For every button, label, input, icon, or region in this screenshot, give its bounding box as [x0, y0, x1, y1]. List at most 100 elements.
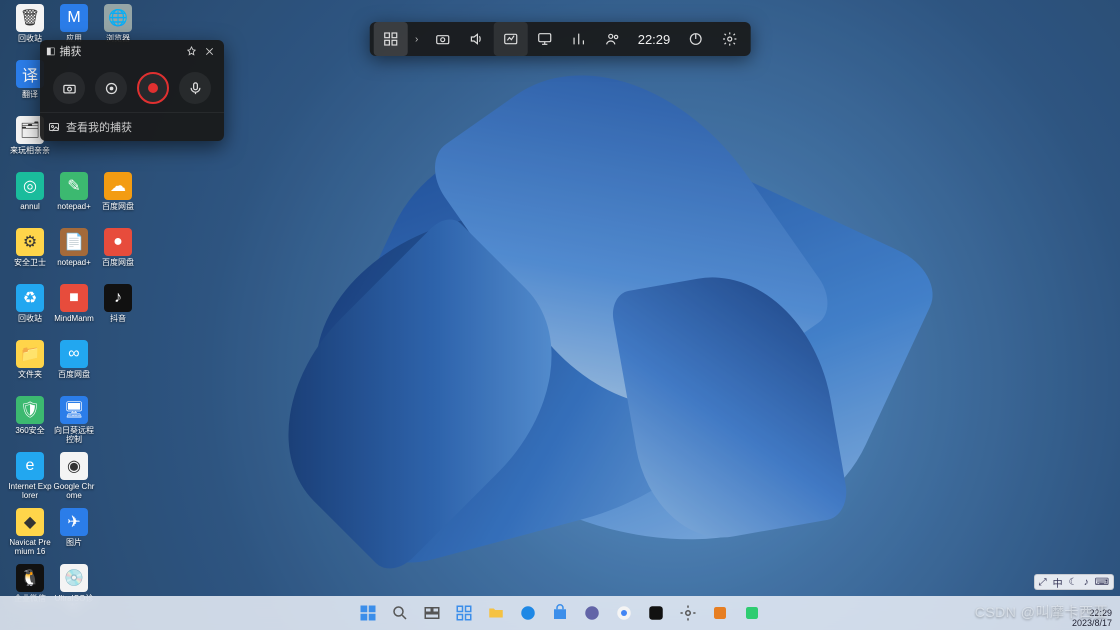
chevron-right-icon: ›: [408, 34, 426, 45]
app-icon: e: [16, 452, 44, 480]
desktop-icon-label: annul: [20, 202, 40, 211]
desktop-icon[interactable]: 📄notepad+: [52, 228, 96, 284]
desktop-icon[interactable]: ☁ 百度网盘: [96, 172, 140, 228]
app-icon: 🛡: [16, 396, 44, 424]
edge-button[interactable]: [516, 601, 540, 625]
power-icon: [687, 31, 703, 47]
desktop-icon[interactable]: ∞百度网盘: [52, 340, 96, 396]
widgets-button[interactable]: [452, 601, 476, 625]
desktop-icon[interactable]: ⚙安全卫士: [8, 228, 52, 284]
desktop-icon: [96, 508, 140, 564]
file-explorer-button[interactable]: [484, 601, 508, 625]
desktop-icon[interactable]: 🛡 360安全: [8, 396, 52, 452]
gear-icon: [721, 31, 737, 47]
ctrlstrip-item[interactable]: 中: [1053, 575, 1063, 590]
ctrlstrip-item[interactable]: ⤢: [1039, 577, 1047, 588]
resources-button[interactable]: [562, 22, 596, 56]
desktop-icon-label: 文件夹: [18, 370, 42, 379]
input-language-strip[interactable]: ⤢ 中 ☾ ♪ ⌨: [1034, 574, 1114, 590]
tray-time: 22:29: [1089, 608, 1112, 618]
taskbar-app-1[interactable]: [708, 601, 732, 625]
performance-icon: [503, 31, 519, 47]
app-icon: ✈: [60, 508, 88, 536]
chrome-button[interactable]: [612, 601, 636, 625]
desktop-wallpaper[interactable]: 🗑回收站M应用🌐浏览器译翻译🗂来玩相亲亲◎annul✎notepad+☁百度网盘…: [0, 0, 1120, 630]
desktop-icon[interactable]: ♪抖音: [96, 284, 140, 340]
camera-icon: [62, 81, 77, 96]
app-icon: ☁: [104, 172, 132, 200]
camera-icon: [435, 31, 451, 47]
desktop-icon-label: notepad+: [57, 258, 91, 267]
people-icon: [605, 31, 621, 47]
desktop-icon[interactable]: 📁文件夹: [8, 340, 52, 396]
settings-taskbar-button[interactable]: [676, 601, 700, 625]
pin-button[interactable]: [182, 42, 200, 60]
close-button[interactable]: [200, 42, 218, 60]
desktop-icon[interactable]: eInternet Explorer: [8, 452, 52, 508]
app-icon: 🐧: [16, 564, 44, 592]
power-button[interactable]: [678, 22, 712, 56]
display-button[interactable]: [528, 22, 562, 56]
close-icon: [204, 46, 215, 57]
app-icon: ●: [104, 228, 132, 256]
performance-button[interactable]: [494, 22, 528, 56]
capture-button[interactable]: [426, 22, 460, 56]
desktop-icon-label: 来玩相亲亲: [10, 146, 50, 155]
desktop-icon: [96, 340, 140, 396]
record-last-30s-button[interactable]: [95, 72, 127, 104]
desktop-icon[interactable]: ●百度网盘: [96, 228, 140, 284]
desktop-icon-label: 翻译: [22, 90, 38, 99]
xbox-social-button[interactable]: [596, 22, 630, 56]
start-button[interactable]: [356, 601, 380, 625]
start-recording-button[interactable]: [137, 72, 169, 104]
desktop-icon: [96, 396, 140, 452]
desktop-icon-label: 回收站: [18, 34, 42, 43]
desktop-icon[interactable]: ■MindManm: [52, 284, 96, 340]
desktop-icon-label: 回收站: [18, 314, 42, 323]
app-icon: 🌐: [104, 4, 132, 32]
app-icon: 🗑: [16, 4, 44, 32]
app-icon: ♪: [104, 284, 132, 312]
audio-button[interactable]: [460, 22, 494, 56]
search-button[interactable]: [388, 601, 412, 625]
desktop-icon-label: 百度网盘: [102, 202, 134, 211]
task-view-button[interactable]: [420, 601, 444, 625]
app-icon: M: [60, 4, 88, 32]
app-icon: ◆: [16, 508, 44, 536]
desktop-icon[interactable]: ◉Google Chrome: [52, 452, 96, 508]
desktop-icon[interactable]: ◎ annul: [8, 172, 52, 228]
system-tray[interactable]: 22:29 2023/8/17: [1072, 608, 1112, 628]
desktop-icon[interactable]: ♻ 回收站: [8, 284, 52, 340]
desktop-icon[interactable]: ◆Navicat Premium 16: [8, 508, 52, 564]
app-icon: 💿: [60, 564, 88, 592]
app-icon: ♻: [16, 284, 44, 312]
teams-button[interactable]: [580, 601, 604, 625]
desktop-icon-label: 安全卫士: [14, 258, 46, 267]
ctrlstrip-item[interactable]: ♪: [1084, 577, 1089, 588]
view-captures-link[interactable]: 查看我的捕获: [40, 112, 224, 141]
record-ring-icon: [137, 72, 169, 104]
screenshot-button[interactable]: [53, 72, 85, 104]
ctrlstrip-item[interactable]: ☾: [1069, 577, 1078, 588]
desktop-icon[interactable]: 🖥向日葵远程控制: [52, 396, 96, 452]
desktop-icon-label: MindManm: [54, 314, 94, 323]
desktop-icon-label: 360安全: [15, 426, 44, 435]
store-button[interactable]: [548, 601, 572, 625]
desktop-icon[interactable]: ✈图片: [52, 508, 96, 564]
microphone-icon: [188, 81, 203, 96]
app-icon: ◎: [16, 172, 44, 200]
app-icon: 🖥: [60, 396, 88, 424]
settings-button[interactable]: [712, 22, 746, 56]
speaker-icon: [469, 31, 485, 47]
capture-title: 捕获: [59, 43, 182, 59]
widget-menu-icon: [383, 31, 399, 47]
taskbar-app-2[interactable]: [740, 601, 764, 625]
desktop-icon[interactable]: ✎notepad+: [52, 172, 96, 228]
microphone-toggle-button[interactable]: [179, 72, 211, 104]
tray-date: 2023/8/17: [1072, 618, 1112, 628]
tiktok-button[interactable]: [644, 601, 668, 625]
ctrlstrip-item[interactable]: ⌨: [1095, 577, 1109, 588]
widget-menu-button[interactable]: [374, 22, 408, 56]
widget-icon: ◧: [46, 46, 55, 57]
taskbar: 22:29 2023/8/17: [0, 596, 1120, 630]
